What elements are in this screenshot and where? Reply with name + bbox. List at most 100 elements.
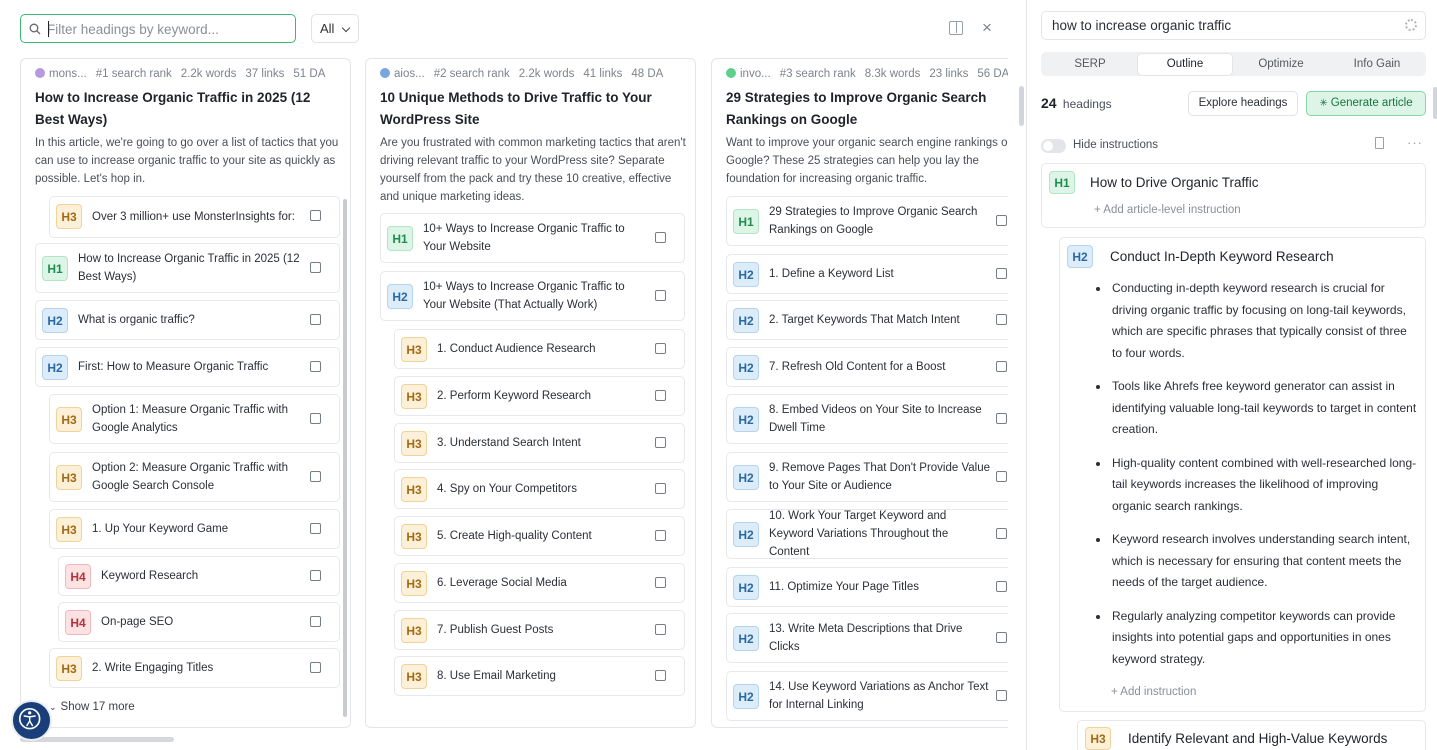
heading-row[interactable]: H2 8. Embed Videos on Your Site to Increa…: [726, 394, 1008, 444]
heading-checkbox[interactable]: [310, 471, 321, 482]
panel-scrollbar[interactable]: [1433, 87, 1437, 119]
heading-row[interactable]: H1 How to Increase Organic Traffic in 202…: [35, 243, 340, 293]
heading-row[interactable]: H2 2. Target Keywords That Match Intent: [726, 300, 1008, 340]
heading-checkbox[interactable]: [655, 624, 666, 635]
filter-headings-input[interactable]: [47, 19, 287, 39]
heading-checkbox[interactable]: [996, 471, 1007, 482]
generate-article-button[interactable]: ✳ Generate article: [1306, 91, 1426, 116]
heading-row[interactable]: H2 First: How to Measure Organic Traffic: [35, 347, 340, 387]
level-filter-select[interactable]: All: [311, 14, 359, 43]
chevron-down-icon: [341, 23, 351, 33]
explore-headings-button[interactable]: Explore headings: [1188, 91, 1298, 116]
heading-checkbox[interactable]: [310, 314, 321, 325]
heading-text: 13. Write Meta Descriptions that Drive C…: [769, 623, 963, 653]
heading-row[interactable]: H3 5. Create High-quality Content: [394, 516, 685, 556]
cards-vertical-scrollbar[interactable]: [1019, 86, 1024, 126]
tab-info-gain[interactable]: Info Gain: [1330, 54, 1424, 75]
heading-checkbox[interactable]: [996, 215, 1007, 226]
heading-checkbox[interactable]: [310, 262, 321, 273]
heading-checkbox[interactable]: [655, 437, 666, 448]
heading-row[interactable]: H3 Option 1: Measure Organic Traffic with…: [49, 394, 340, 444]
heading-checkbox[interactable]: [310, 570, 321, 581]
clipboard-icon[interactable]: [1375, 137, 1384, 149]
heading-row[interactable]: H3 1. Up Your Keyword Game: [49, 509, 340, 549]
heading-checkbox[interactable]: [996, 361, 1007, 372]
gear-icon[interactable]: [1405, 19, 1417, 31]
outline-h1-title[interactable]: How to Drive Organic Traffic: [1090, 175, 1259, 190]
heading-checkbox[interactable]: [655, 232, 666, 243]
heading-row[interactable]: H2 14. Use Keyword Variations as Anchor T…: [726, 671, 1008, 721]
outline-h2-title[interactable]: Conduct In-Depth Keyword Research: [1110, 249, 1334, 264]
heading-row[interactable]: H2 7. Refresh Old Content for a Boost: [726, 347, 1008, 387]
heading-checkbox[interactable]: [310, 210, 321, 221]
heading-row[interactable]: H3 6. Leverage Social Media: [394, 563, 685, 603]
outline-h1[interactable]: H1 How to Drive Organic Traffic + Add ar…: [1041, 163, 1426, 228]
heading-checkbox[interactable]: [310, 662, 321, 673]
heading-checkbox[interactable]: [310, 413, 321, 424]
more-options-icon[interactable]: ···: [1407, 135, 1423, 150]
heading-row[interactable]: H2 9. Remove Pages That Don't Provide Val…: [726, 452, 1008, 502]
heading-row[interactable]: H3 7. Publish Guest Posts: [394, 610, 685, 650]
heading-checkbox[interactable]: [310, 361, 321, 372]
heading-row[interactable]: H3 1. Conduct Audience Research: [394, 329, 685, 369]
heading-checkbox[interactable]: [655, 290, 666, 301]
heading-row[interactable]: H3 Option 2: Measure Organic Traffic with…: [49, 452, 340, 502]
heading-checkbox[interactable]: [655, 530, 666, 541]
heading-level-tag: H2: [733, 522, 759, 547]
show-more-link[interactable]: ⌄ Show 17 more: [49, 701, 135, 713]
keyword-field[interactable]: how to increase organic traffic: [1041, 11, 1426, 40]
outline-h2[interactable]: H2 Conduct In-Depth Keyword Research Con…: [1059, 237, 1426, 712]
heading-checkbox[interactable]: [996, 314, 1007, 325]
heading-checkbox[interactable]: [996, 581, 1007, 592]
heading-checkbox[interactable]: [310, 616, 321, 627]
outline-h3-title[interactable]: Identify Relevant and High-Value Keyword…: [1128, 731, 1387, 746]
tab-optimize[interactable]: Optimize: [1234, 54, 1328, 75]
heading-checkbox[interactable]: [996, 528, 1007, 539]
heading-checkbox[interactable]: [655, 483, 666, 494]
tab-outline[interactable]: Outline: [1138, 54, 1232, 75]
heading-row[interactable]: H3 2. Write Engaging Titles: [49, 648, 340, 688]
heading-row[interactable]: H1 29 Strategies to Improve Organic Searc…: [726, 196, 1008, 246]
outline-h3[interactable]: H3 Identify Relevant and High-Value Keyw…: [1077, 720, 1426, 750]
heading-checkbox[interactable]: [655, 577, 666, 588]
heading-checkbox[interactable]: [655, 343, 666, 354]
heading-row[interactable]: H4 On-page SEO: [58, 602, 340, 642]
heading-row[interactable]: H3 2. Perform Keyword Research: [394, 376, 685, 416]
hide-instructions-toggle[interactable]: [1041, 139, 1066, 153]
outline-bullets: Conducting in-depth keyword research is …: [1096, 278, 1417, 682]
heading-row[interactable]: H2 11. Optimize Your Page Titles: [726, 567, 1008, 607]
heading-row[interactable]: H1 10+ Ways to Increase Organic Traffic t…: [380, 213, 685, 263]
card-scrollbar[interactable]: [343, 199, 347, 717]
heading-row[interactable]: H2 10. Work Your Target Keyword and Keywo…: [726, 509, 1008, 559]
heading-row[interactable]: H2 10+ Ways to Increase Organic Traffic t…: [380, 271, 685, 321]
heading-checkbox[interactable]: [996, 690, 1007, 701]
heading-row[interactable]: H3 8. Use Email Marketing: [394, 656, 685, 696]
heading-row[interactable]: H4 Keyword Research: [58, 556, 340, 596]
add-instruction-link[interactable]: + Add instruction: [1111, 686, 1196, 698]
heading-row[interactable]: H2 13. Write Meta Descriptions that Drive…: [726, 613, 1008, 663]
card-title[interactable]: How to Increase Organic Traffic in 2025 …: [35, 87, 340, 131]
card-title[interactable]: 10 Unique Methods to Drive Traffic to Yo…: [380, 87, 685, 131]
heading-row[interactable]: H2 What is organic traffic?: [35, 300, 340, 340]
heading-checkbox[interactable]: [310, 523, 321, 534]
tab-serp[interactable]: SERP: [1043, 54, 1137, 75]
heading-checkbox[interactable]: [655, 390, 666, 401]
close-icon[interactable]: ×: [982, 19, 996, 36]
filter-search-box[interactable]: [20, 14, 296, 43]
card-title[interactable]: 29 Strategies to Improve Organic Search …: [726, 87, 1008, 131]
heading-checkbox[interactable]: [996, 632, 1007, 643]
add-article-instruction-link[interactable]: + Add article-level instruction: [1094, 204, 1241, 216]
accessibility-icon[interactable]: [11, 700, 52, 741]
heading-row[interactable]: H3 4. Spy on Your Competitors: [394, 469, 685, 509]
collapse-panel-icon[interactable]: [949, 21, 963, 35]
card-description: Are you frustrated with common marketing…: [380, 137, 686, 203]
generate-article-label: Generate article: [1330, 97, 1413, 109]
heading-checkbox[interactable]: [655, 670, 666, 681]
sparkle-icon: ✳: [1319, 98, 1328, 109]
search-icon: [29, 23, 41, 35]
heading-checkbox[interactable]: [996, 268, 1007, 279]
heading-row[interactable]: H2 1. Define a Keyword List: [726, 254, 1008, 294]
heading-row[interactable]: H3 3. Understand Search Intent: [394, 423, 685, 463]
heading-row[interactable]: H3 Over 3 million+ use MonsterInsights fo…: [49, 196, 340, 238]
heading-checkbox[interactable]: [996, 413, 1007, 424]
